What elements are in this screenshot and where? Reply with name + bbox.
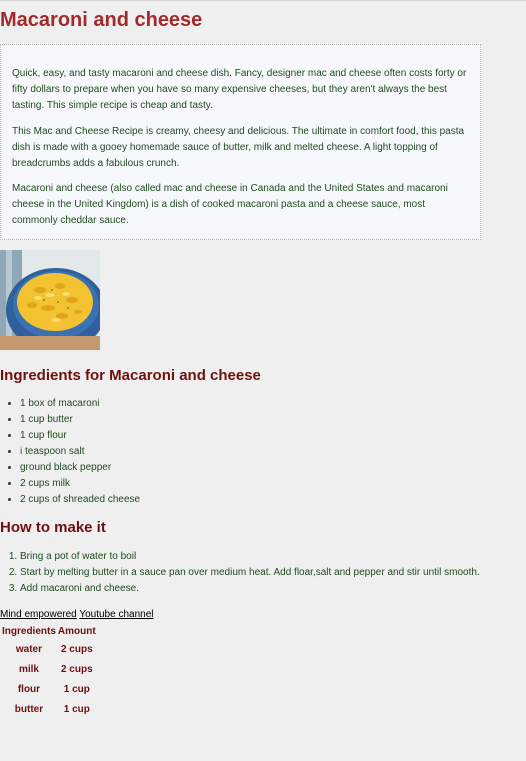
ingredient-cell: flour bbox=[17, 683, 41, 695]
amount-cell: 2 cups bbox=[60, 643, 93, 655]
ingredient-cell: butter bbox=[14, 703, 44, 715]
page-title: Macaroni and cheese bbox=[0, 9, 203, 31]
ingredient-item: 1 cup butter bbox=[20, 412, 140, 428]
intro-paragraph: Macaroni and cheese (also called mac and… bbox=[12, 183, 448, 226]
table-row: flour 1 cup bbox=[2, 680, 96, 698]
table-header-row: Ingredients Amount bbox=[2, 625, 96, 638]
mac-and-cheese-photo bbox=[0, 250, 100, 350]
amount-cell: 1 cup bbox=[63, 683, 90, 695]
ingredient-item: i teaspoon salt bbox=[20, 444, 140, 460]
ingredients-list: 1 box of macaroni 1 cup butter 1 cup flo… bbox=[0, 396, 140, 508]
ingredient-item: 1 box of macaroni bbox=[20, 396, 140, 412]
mind-empowered-link[interactable]: Mind empowered bbox=[0, 609, 77, 620]
links-row: Mind empowered Youtube channel bbox=[0, 608, 153, 622]
table-row: milk 2 cups bbox=[2, 660, 96, 678]
ingredients-heading: Ingredients for Macaroni and cheese bbox=[0, 367, 261, 384]
column-header-amount: Amount bbox=[57, 626, 96, 637]
top-divider bbox=[0, 0, 526, 1]
mac-and-cheese-illustration bbox=[0, 250, 100, 350]
youtube-channel-link[interactable]: Youtube channel bbox=[79, 609, 153, 620]
column-header-ingredients: Ingredients bbox=[2, 626, 56, 637]
amount-table: Ingredients Amount water 2 cups milk 2 c… bbox=[0, 623, 98, 720]
how-to-heading: How to make it bbox=[0, 519, 106, 536]
intro-box: Quick, easy, and tasty macaroni and chee… bbox=[0, 44, 481, 240]
ingredient-item: ground black pepper bbox=[20, 460, 140, 476]
ingredient-item: 2 cups milk bbox=[20, 476, 140, 492]
step-item: Bring a pot of water to boil bbox=[20, 549, 480, 565]
amount-cell: 1 cup bbox=[63, 703, 90, 715]
step-item: Add macaroni and cheese. bbox=[20, 581, 480, 597]
steps-list: Bring a pot of water to boil Start by me… bbox=[0, 549, 480, 597]
ingredient-cell: milk bbox=[18, 663, 39, 675]
table-row: water 2 cups bbox=[2, 640, 96, 658]
ingredient-cell: water bbox=[15, 643, 43, 655]
table-row: butter 1 cup bbox=[2, 700, 96, 718]
step-item: Start by melting butter in a sauce pan o… bbox=[20, 565, 480, 581]
ingredient-item: 1 cup flour bbox=[20, 428, 140, 444]
amount-cell: 2 cups bbox=[60, 663, 93, 675]
intro-paragraph: This Mac and Cheese Recipe is creamy, ch… bbox=[12, 126, 465, 169]
ingredient-item: 2 cups of shreaded cheese bbox=[20, 492, 140, 508]
intro-paragraph: Quick, easy, and tasty macaroni and chee… bbox=[12, 68, 467, 111]
